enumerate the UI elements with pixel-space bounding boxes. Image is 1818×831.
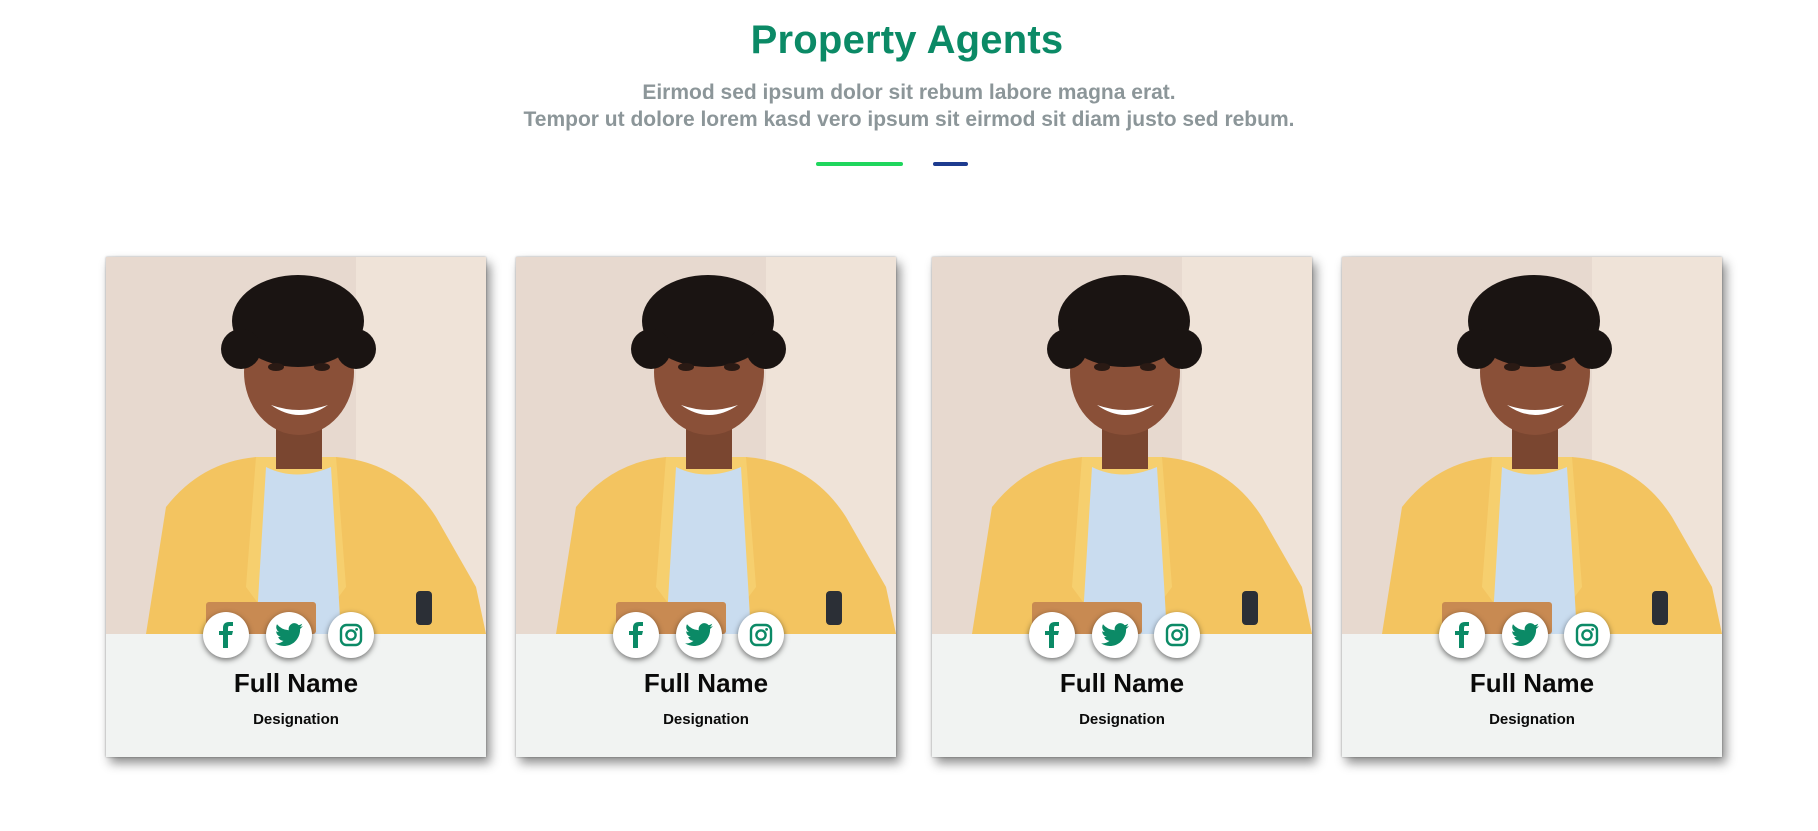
instagram-button[interactable] (1564, 612, 1610, 658)
page-title: Property Agents (750, 18, 1064, 62)
facebook-icon (219, 622, 233, 648)
agent-photo (516, 257, 896, 634)
divider-blue (933, 162, 968, 166)
divider-green (816, 162, 903, 166)
agent-designation: Designation (253, 711, 339, 728)
twitter-button[interactable] (676, 612, 722, 658)
twitter-icon (685, 623, 713, 646)
agent-designation: Designation (663, 711, 749, 728)
instagram-button[interactable] (1154, 612, 1200, 658)
agent-name: Full Name (233, 668, 359, 698)
facebook-button[interactable] (613, 612, 659, 658)
twitter-button[interactable] (266, 612, 312, 658)
agent-photo (932, 257, 1312, 634)
social-links (516, 612, 896, 658)
agent-card: Full Name Designation (106, 257, 486, 757)
twitter-icon (275, 623, 303, 646)
social-links (1342, 612, 1722, 658)
instagram-icon (1165, 623, 1189, 647)
social-links (932, 612, 1312, 658)
agent-card: Full Name Designation (516, 257, 896, 757)
facebook-icon (1045, 622, 1059, 648)
twitter-icon (1511, 623, 1539, 646)
agent-name: Full Name (1059, 668, 1185, 698)
facebook-icon (1455, 622, 1469, 648)
facebook-button[interactable] (1439, 612, 1485, 658)
instagram-button[interactable] (328, 612, 374, 658)
agent-designation: Designation (1489, 711, 1575, 728)
subtitle-line-1: Eirmod sed ipsum dolor sit rebum labore … (642, 81, 1176, 104)
twitter-icon (1101, 623, 1129, 646)
agent-designation: Designation (1079, 711, 1165, 728)
agent-photo (106, 257, 486, 634)
agent-card: Full Name Designation (1342, 257, 1722, 757)
instagram-icon (339, 623, 363, 647)
agent-photo (1342, 257, 1722, 634)
agent-name: Full Name (1469, 668, 1595, 698)
agent-name: Full Name (643, 668, 769, 698)
twitter-button[interactable] (1502, 612, 1548, 658)
facebook-button[interactable] (1029, 612, 1075, 658)
twitter-button[interactable] (1092, 612, 1138, 658)
instagram-button[interactable] (738, 612, 784, 658)
instagram-icon (1575, 623, 1599, 647)
social-links (106, 612, 486, 658)
subtitle-line-2: Tempor ut dolore lorem kasd vero ipsum s… (523, 108, 1295, 131)
agent-card: Full Name Designation (932, 257, 1312, 757)
instagram-icon (749, 623, 773, 647)
facebook-button[interactable] (203, 612, 249, 658)
facebook-icon (629, 622, 643, 648)
